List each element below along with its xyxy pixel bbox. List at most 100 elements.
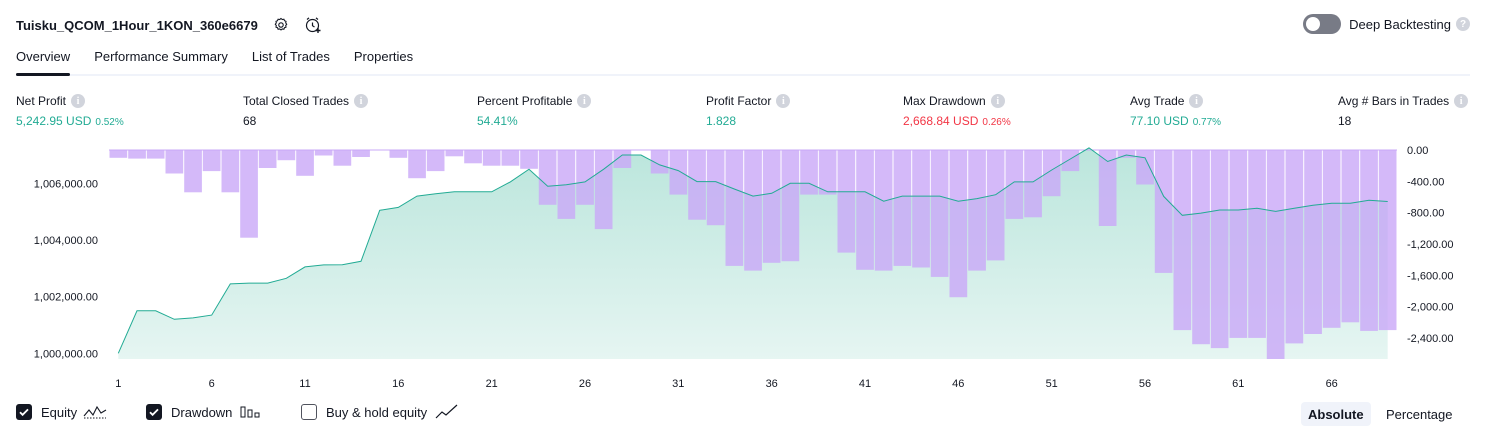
drawdown-bar: [912, 150, 930, 268]
drawdown-bar: [482, 150, 501, 166]
drawdown-bar: [1005, 150, 1024, 219]
drawdown-bar: [1229, 150, 1248, 338]
drawdown-bar: [146, 150, 165, 159]
x-tick-label: 16: [392, 378, 404, 390]
drawdown-bar: [706, 150, 725, 226]
drawdown-bar: [165, 150, 184, 174]
x-tick-label: 26: [579, 378, 591, 390]
metric-percent: 0.77%: [1192, 117, 1222, 128]
x-tick-label: 66: [1326, 378, 1338, 390]
y-right-tick-label: -2,000.00: [1407, 302, 1453, 314]
drawdown-bar: [1061, 150, 1080, 172]
drawdown-bar: [1192, 150, 1210, 345]
absolute-mode-button[interactable]: Absolute: [1301, 402, 1371, 426]
x-tick-label: 36: [766, 378, 778, 390]
strategy-title: Tuisku_QCOM_1Hour_1KON_360e6679: [16, 17, 258, 33]
info-icon[interactable]: i: [1454, 94, 1469, 108]
drawdown-bar: [520, 150, 538, 169]
drawdown-bar: [314, 150, 333, 156]
report-tabs: Overview Performance Summary List of Tra…: [16, 46, 1470, 76]
percentage-mode-button[interactable]: Percentage: [1379, 402, 1460, 426]
info-icon[interactable]: i: [71, 94, 86, 108]
metric-value: 68: [243, 114, 257, 128]
drawdown-bar: [1042, 150, 1061, 197]
info-icon[interactable]: i: [577, 94, 592, 108]
gear-icon[interactable]: [272, 16, 290, 34]
info-icon[interactable]: i: [354, 94, 369, 108]
info-icon[interactable]: i: [1189, 94, 1204, 108]
drawdown-bar: [1173, 150, 1192, 331]
drawdown-bar: [538, 150, 557, 205]
y-left-tick-label: 1,006,000.00: [34, 178, 98, 190]
metric-value: 18: [1338, 114, 1352, 128]
help-icon[interactable]: ?: [1456, 17, 1470, 31]
metric-profit-factor: Profit Factor i 1.828: [706, 93, 791, 128]
deep-backtesting-label: Deep Backtesting: [1349, 16, 1451, 32]
tab-overview[interactable]: Overview: [16, 46, 71, 76]
drawdown-bar: [1154, 150, 1173, 273]
metric-label: Profit Factor: [706, 94, 772, 108]
checkbox-checked-icon[interactable]: [16, 404, 32, 420]
drawdown-bar: [874, 150, 893, 271]
x-tick-label: 61: [1232, 378, 1244, 390]
clock-plus-icon[interactable]: [304, 16, 322, 34]
metric-label: Total Closed Trades: [243, 94, 350, 108]
y-right-tick-label: 0.00: [1407, 145, 1428, 157]
metric-label: Max Drawdown: [903, 94, 986, 108]
x-tick-label: 51: [1046, 378, 1058, 390]
metric-avg-bars: Avg # Bars in Trades i 18: [1338, 93, 1469, 128]
drawdown-bars-icon: [240, 404, 260, 420]
legend-buy-hold[interactable]: Buy & hold equity: [301, 404, 459, 420]
y-left-tick-label: 1,002,000.00: [34, 292, 98, 304]
tab-list-of-trades[interactable]: List of Trades: [252, 46, 330, 73]
metric-max-drawdown: Max Drawdown i 2,668.84 USD 0.26%: [903, 93, 1011, 128]
drawdown-bar: [1210, 150, 1229, 349]
drawdown-bar: [800, 150, 818, 195]
metric-value: 5,242.95 USD: [16, 114, 92, 128]
drawdown-bar: [613, 150, 632, 168]
drawdown-bar: [221, 150, 240, 193]
drawdown-bar: [277, 150, 296, 161]
drawdown-bar: [837, 150, 856, 253]
metric-value: 1.828: [706, 114, 737, 128]
drawdown-bar: [744, 150, 762, 271]
y-right-tick-label: -2,400.00: [1407, 333, 1453, 345]
deep-backtesting-toggle[interactable]: [1303, 14, 1342, 34]
drawdown-bar: [1378, 150, 1397, 331]
legend-drawdown-label: Drawdown: [171, 404, 233, 420]
equity-line-icon: [83, 404, 107, 420]
drawdown-bar: [296, 150, 314, 176]
drawdown-bar: [445, 150, 464, 157]
metric-label: Avg Trade: [1130, 94, 1185, 108]
metric-label: Percent Profitable: [477, 94, 573, 108]
drawdown-bar: [1024, 150, 1042, 218]
drawdown-bar: [669, 150, 688, 195]
drawdown-bar: [968, 150, 986, 271]
tab-properties[interactable]: Properties: [354, 46, 413, 73]
checkbox-checked-icon[interactable]: [146, 404, 162, 420]
equity-drawdown-chart[interactable]: 1,000,000.00 1,002,000.00 1,004,000.00 1,00…: [0, 138, 1486, 396]
metric-label: Net Profit: [16, 94, 67, 108]
x-tick-label: 56: [1139, 378, 1151, 390]
legend-equity[interactable]: Equity: [16, 404, 107, 420]
x-tick-label: 21: [486, 378, 498, 390]
drawdown-bar: [986, 150, 1005, 261]
drawdown-bar: [1322, 150, 1341, 328]
drawdown-bar: [202, 150, 221, 172]
metric-label: Avg # Bars in Trades: [1338, 94, 1450, 108]
metric-value: 77.10 USD: [1130, 114, 1189, 128]
info-icon[interactable]: i: [776, 94, 791, 108]
drawdown-bar: [818, 150, 837, 195]
legend-drawdown[interactable]: Drawdown: [146, 404, 260, 420]
x-tick-label: 31: [672, 378, 684, 390]
x-tick-label: 46: [952, 378, 964, 390]
y-right-tick-label: -400.00: [1407, 176, 1444, 188]
metric-percent-profitable: Percent Profitable i 54.41%: [477, 93, 592, 128]
checkbox-unchecked-icon[interactable]: [301, 404, 317, 420]
info-icon[interactable]: i: [990, 94, 1005, 108]
tab-performance-summary[interactable]: Performance Summary: [94, 46, 228, 73]
y-right-tick-label: -800.00: [1407, 208, 1444, 220]
metric-value: 54.41%: [477, 114, 518, 128]
drawdown-bar: [501, 150, 520, 166]
drawdown-bar: [333, 150, 352, 166]
